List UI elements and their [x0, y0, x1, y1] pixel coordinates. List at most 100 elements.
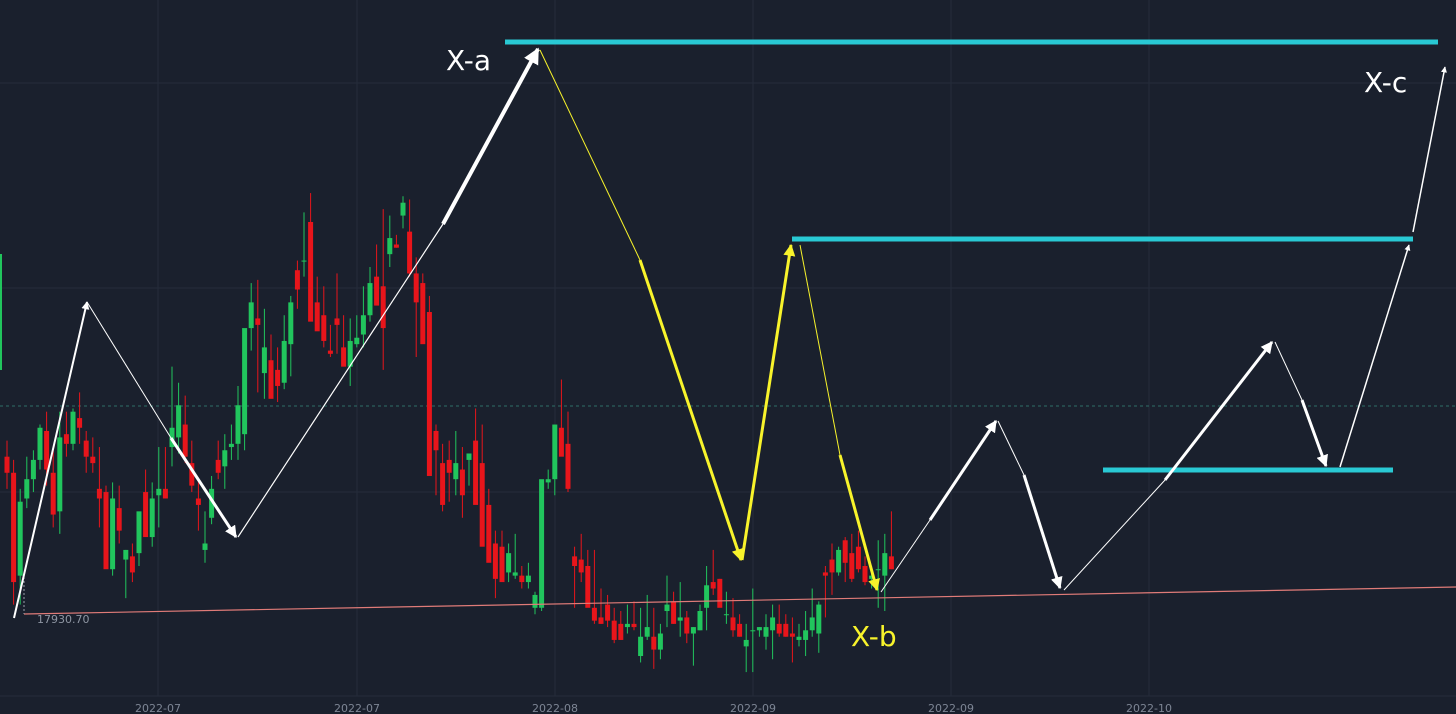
candle-body — [888, 556, 894, 570]
candle-body — [407, 231, 413, 274]
candle-body — [261, 347, 267, 374]
candle-body — [228, 443, 234, 448]
candle-body — [809, 617, 815, 631]
wave-line — [880, 519, 931, 593]
candle-body — [321, 315, 327, 341]
candle-body — [248, 302, 254, 329]
candle-body — [195, 498, 201, 505]
candle-body — [618, 623, 624, 640]
candle-body — [855, 546, 861, 570]
drawings — [13, 39, 1456, 619]
candle-body — [143, 492, 149, 538]
candle-body — [506, 553, 512, 573]
candle-body — [57, 437, 63, 512]
candle-body — [387, 238, 393, 255]
candle-body — [492, 543, 498, 579]
candle-body — [539, 479, 545, 608]
candle-body — [605, 604, 611, 621]
candle-body — [374, 276, 380, 306]
candle-body — [156, 488, 162, 496]
candle-body — [341, 347, 347, 367]
candle-body — [882, 553, 888, 576]
candle-body — [783, 623, 789, 637]
candle-body — [611, 620, 617, 640]
low-marker-label: 17930.70 — [37, 613, 90, 626]
candle-body — [789, 633, 795, 637]
candle-body — [591, 607, 597, 621]
candle-body — [314, 302, 320, 332]
candle-body — [499, 546, 505, 583]
candle-body — [400, 202, 406, 216]
candle-body — [149, 498, 155, 538]
candle-body — [862, 566, 868, 583]
candle-body — [103, 492, 109, 570]
candle-body — [486, 504, 492, 563]
candle-body — [123, 549, 129, 560]
candle-body — [235, 405, 241, 444]
candle-body — [525, 575, 531, 583]
candle-body — [367, 283, 373, 316]
candle-body — [17, 501, 23, 576]
candle-body — [578, 559, 584, 573]
candle-body — [44, 430, 50, 470]
candle-body — [644, 627, 650, 637]
candle-body — [440, 463, 446, 505]
candle-body-edge — [0, 254, 2, 370]
candle-body — [90, 456, 96, 464]
candle-body — [30, 459, 36, 480]
candle-body — [37, 427, 43, 460]
candle-body — [308, 221, 314, 322]
candle-body — [136, 511, 142, 554]
candle-body — [24, 479, 30, 499]
candle-body — [664, 604, 670, 612]
annotation-x-a: X-a — [446, 44, 491, 77]
wave-arrow — [1300, 399, 1328, 468]
wave-arrow — [13, 301, 90, 619]
candle-body — [479, 463, 485, 547]
candle-body — [836, 549, 842, 573]
candle-body — [176, 405, 182, 438]
candle-body — [704, 585, 710, 608]
candle-body — [552, 424, 558, 480]
candle-body — [116, 508, 122, 531]
candle-body — [756, 627, 762, 631]
candle-body — [624, 623, 630, 628]
x-tick-label: 2022-09 — [928, 702, 974, 714]
candle-body — [77, 418, 83, 428]
candle-body — [360, 315, 366, 335]
candle-body — [301, 260, 307, 262]
wave-line — [997, 420, 1025, 476]
candle-body — [717, 578, 723, 608]
candle-body — [110, 498, 116, 570]
x-tick-label: 2022-09 — [730, 702, 776, 714]
candle-body — [242, 328, 248, 435]
candle-body — [558, 427, 564, 457]
candle-body — [677, 617, 683, 621]
candle-body — [572, 556, 578, 567]
candle-body — [446, 459, 452, 473]
candle-body — [4, 456, 10, 473]
chart: 17930.70 X-a X-b X-c 2022-07 2022-07 2022-… — [0, 0, 1456, 714]
candle-body — [63, 434, 69, 444]
wave-arrow — [1412, 66, 1447, 233]
candle-body — [327, 350, 333, 354]
candle-body — [545, 479, 551, 483]
candle-body — [275, 369, 281, 386]
candle-body — [459, 469, 465, 496]
candle-body — [842, 540, 848, 563]
candle-body — [70, 411, 76, 444]
candle-body — [829, 559, 835, 573]
support-trendline — [23, 586, 1456, 615]
candle-body — [532, 594, 538, 608]
candle-body — [565, 443, 571, 489]
candle-body — [420, 283, 426, 345]
candlestick-chart: 17930.70 X-a X-b X-c 2022-07 2022-07 2022-… — [0, 0, 1456, 714]
candle-body — [770, 617, 776, 631]
wave-arrow — [1339, 244, 1411, 468]
candle-body — [393, 244, 399, 248]
candle-body — [796, 636, 802, 640]
candle-body — [202, 543, 208, 550]
candle-body — [50, 472, 56, 515]
annotation-x-c: X-c — [1364, 66, 1407, 99]
candle-body — [684, 617, 690, 634]
